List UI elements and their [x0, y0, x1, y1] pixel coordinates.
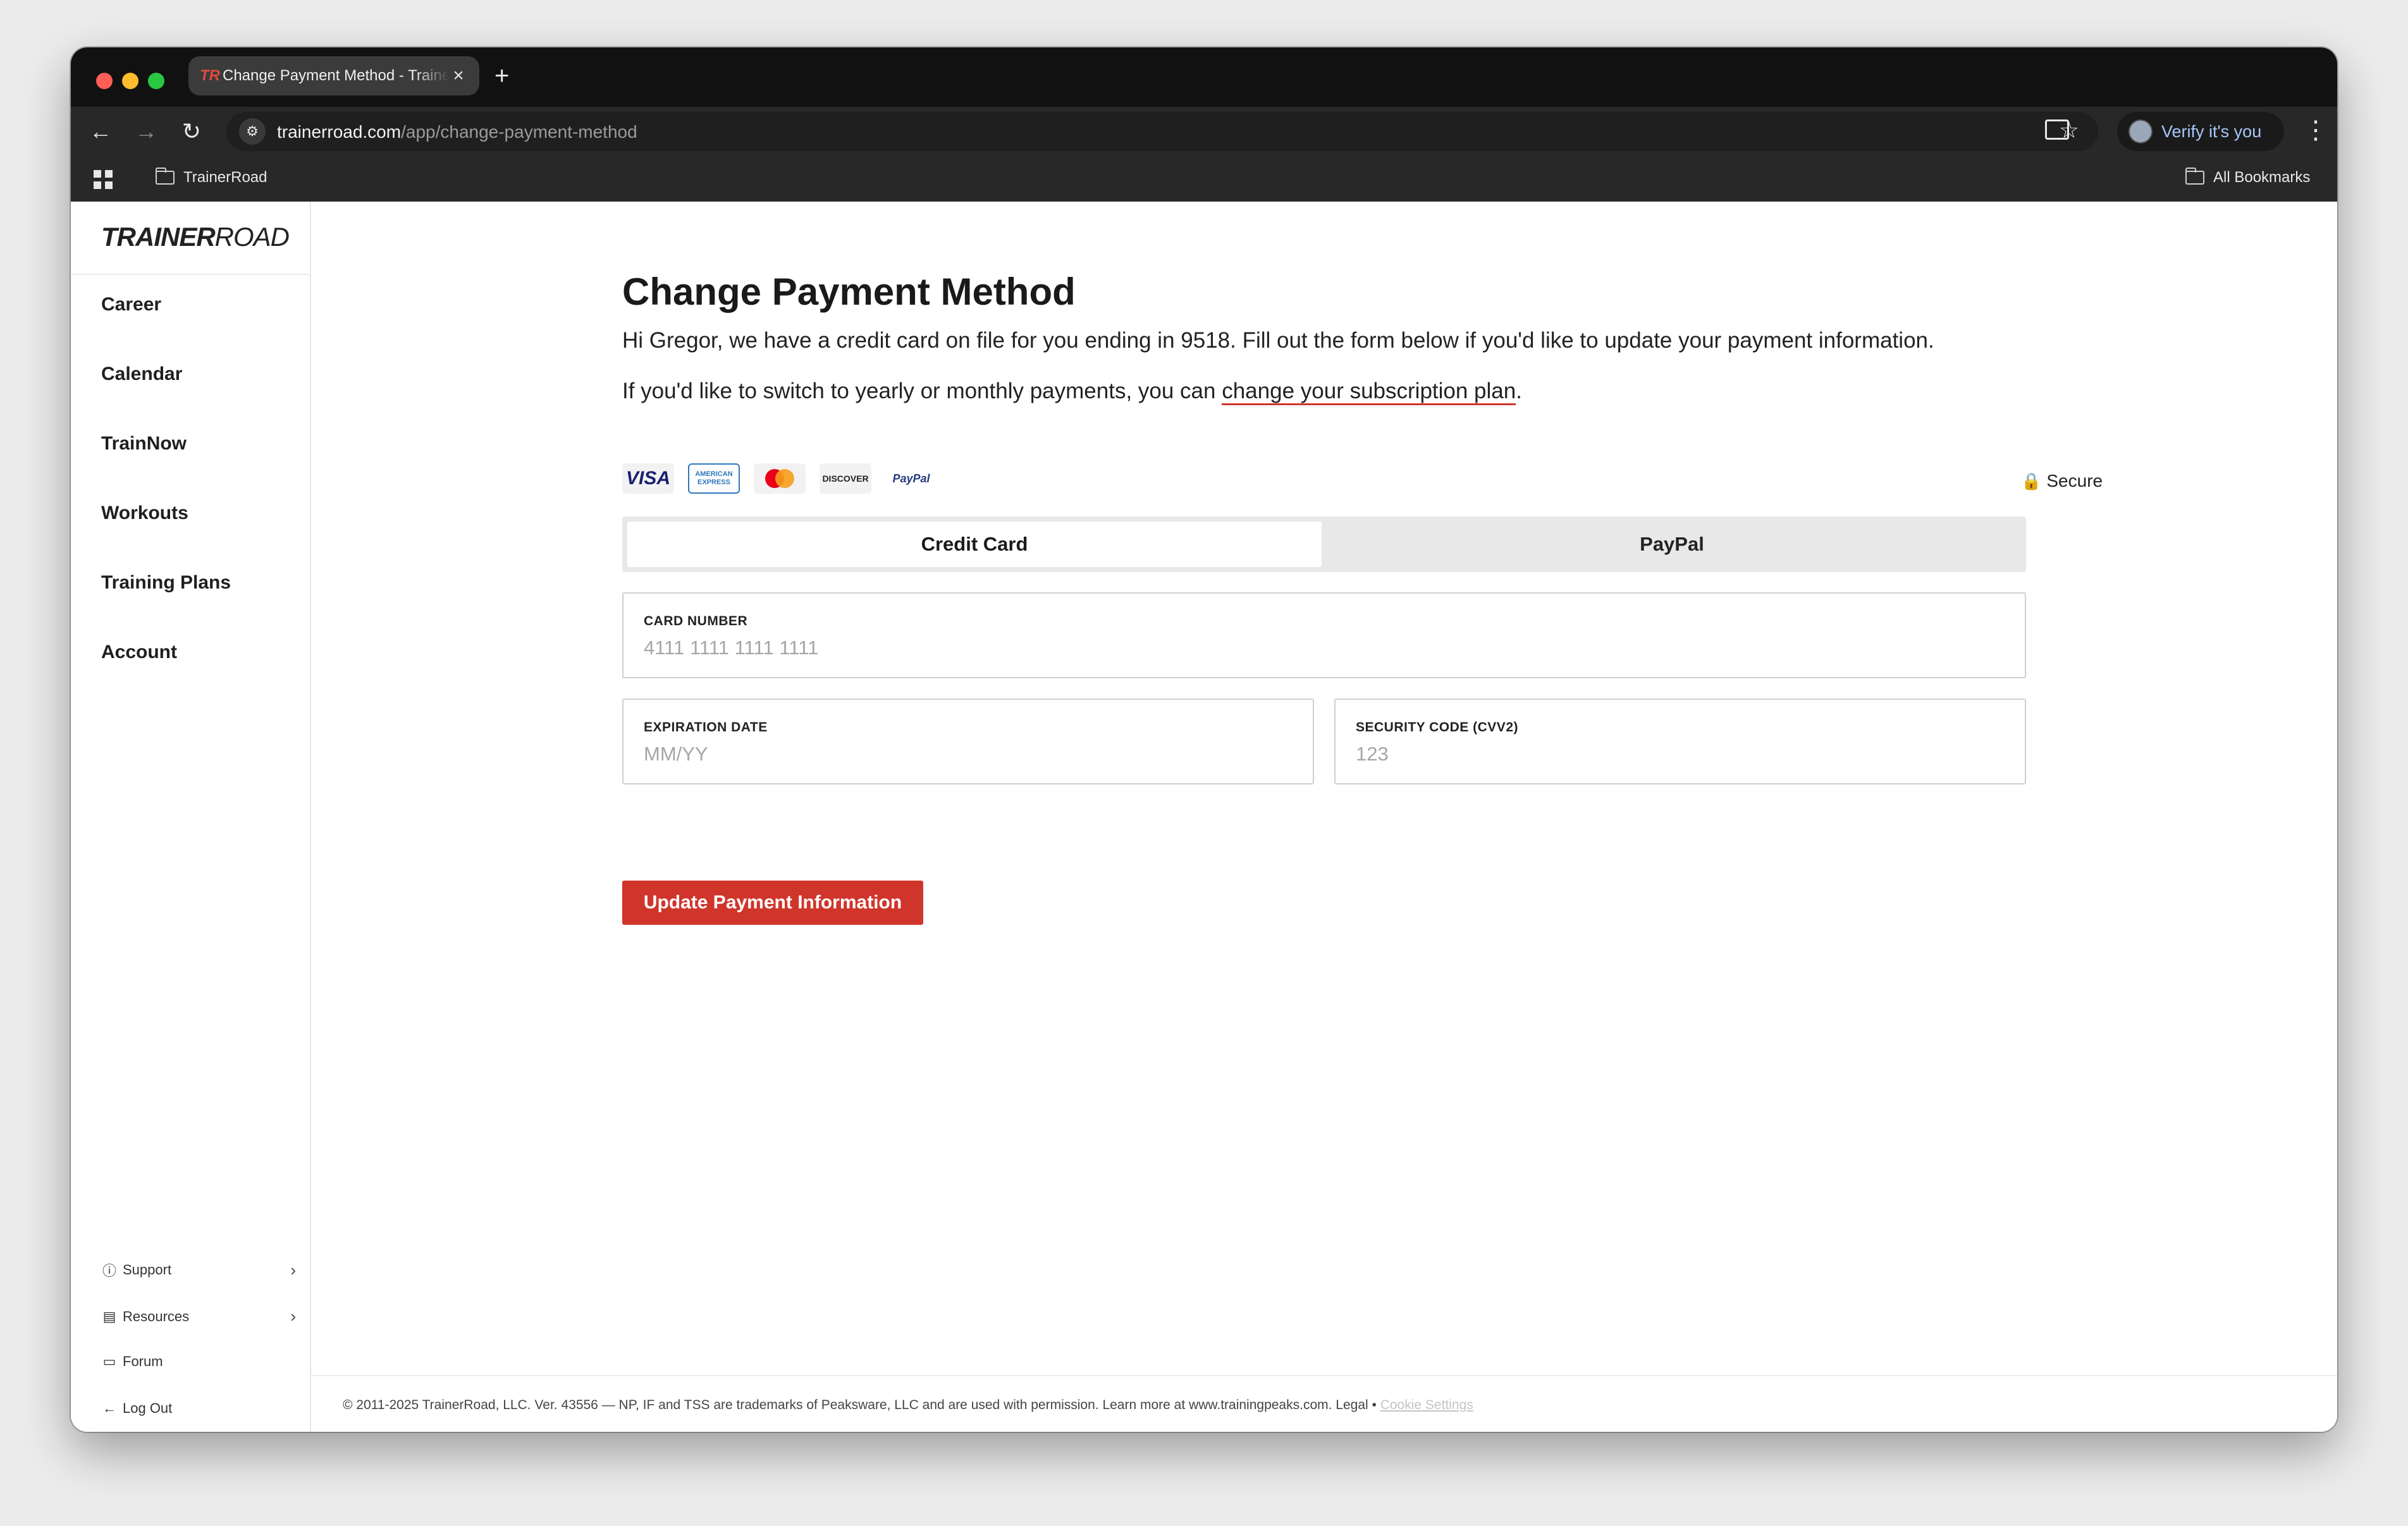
footer-copyright: © 2011-2025 TrainerRoad, LLC. Ver. 43556…	[343, 1398, 1380, 1412]
logo-light: ROAD	[214, 222, 290, 252]
payment-method-tabs: Credit Card PayPal	[622, 516, 2026, 572]
payment-logos: VISA AMERICAN EXPRESS DISCOVER PayPal	[622, 463, 937, 494]
resources-label: Resources	[123, 1308, 190, 1324]
secure-label: Secure	[2046, 471, 2103, 491]
sidebar: TRAINERROAD Career Calendar TrainNow Wor…	[71, 202, 311, 1432]
support-label: Support	[123, 1262, 172, 1278]
chevron-right-icon: ›	[290, 1260, 296, 1279]
paypal-icon: PayPal	[885, 463, 937, 494]
expiration-date-label: EXPIRATION DATE	[644, 720, 768, 735]
lock-icon: 🔒	[2021, 471, 2042, 491]
news-icon: ▤	[102, 1308, 116, 1324]
sidebar-item-training-plans[interactable]: Training Plans	[101, 572, 231, 594]
mastercard-icon	[754, 463, 806, 494]
secure-indicator: 🔒 Secure	[2021, 471, 2103, 491]
sidebar-item-support[interactable]: ⓘ Support ›	[101, 1260, 296, 1280]
forward-arrow-icon[interactable]: →	[130, 116, 162, 147]
tab-strip: TR Change Payment Method - TrainerRoad ×…	[71, 47, 2337, 107]
sidebar-item-account[interactable]: Account	[101, 642, 177, 663]
page-content: TRAINERROAD Career Calendar TrainNow Wor…	[71, 202, 2337, 1432]
sidebar-item-trainnow[interactable]: TrainNow	[101, 433, 187, 455]
apps-grid-icon[interactable]	[94, 170, 113, 189]
amex-icon: AMERICAN EXPRESS	[688, 463, 740, 494]
url-text[interactable]: trainerroad.com/app/change-payment-metho…	[277, 122, 637, 142]
tab-paypal[interactable]: PayPal	[1324, 522, 2020, 567]
verify-label: Verify it's you	[2161, 121, 2262, 141]
tab-credit-card[interactable]: Credit Card	[627, 522, 1322, 567]
security-code-input[interactable]	[1356, 743, 2005, 766]
reload-icon[interactable]: ↻	[176, 116, 207, 147]
logo-bold: TRAINER	[101, 222, 216, 252]
arrow-left-icon: ←	[102, 1400, 116, 1416]
back-arrow-icon[interactable]: ←	[85, 116, 116, 147]
all-bookmarks-label: All Bookmarks	[2213, 169, 2311, 186]
close-window-button[interactable]	[96, 73, 113, 89]
minimize-window-button[interactable]	[122, 73, 138, 89]
folder-icon	[156, 168, 175, 185]
bookmark-label: TrainerRoad	[183, 169, 267, 186]
card-number-input[interactable]	[644, 637, 2005, 659]
trainerroad-favicon-icon: TR	[200, 67, 220, 84]
subscription-text: If you'd like to switch to yearly or mon…	[622, 379, 1522, 405]
cookie-settings-link[interactable]: Cookie Settings	[1380, 1398, 1473, 1412]
security-code-label: SECURITY CODE (CVV2)	[1356, 720, 1518, 735]
logo-divider	[71, 274, 311, 275]
profile-avatar	[2128, 119, 2153, 143]
change-subscription-link[interactable]: change your subscription plan	[1222, 379, 1516, 405]
footer-text: © 2011-2025 TrainerRoad, LLC. Ver. 43556…	[343, 1398, 1473, 1413]
browser-window: TR Change Payment Method - TrainerRoad ×…	[71, 47, 2337, 1432]
verify-identity-button[interactable]: Verify it's you	[2117, 112, 2284, 151]
card-number-field[interactable]: CARD NUMBER	[622, 592, 2026, 678]
discover-icon: DISCOVER	[820, 463, 871, 494]
chevron-right-icon: ›	[290, 1307, 296, 1326]
visa-icon: VISA	[622, 463, 674, 494]
sidebar-item-forum[interactable]: ▭ Forum	[101, 1353, 296, 1370]
expiration-date-field[interactable]: EXPIRATION DATE	[622, 699, 1314, 784]
site-info-icon[interactable]: ⚙	[239, 118, 266, 145]
all-bookmarks-button[interactable]: All Bookmarks	[2185, 168, 2311, 186]
folder-icon	[2185, 168, 2204, 185]
subscription-text-suffix: .	[1516, 379, 1522, 403]
tab-title: Change Payment Method - TrainerRoad	[223, 67, 449, 84]
update-payment-button[interactable]: Update Payment Information	[622, 881, 923, 925]
sidebar-item-calendar[interactable]: Calendar	[101, 363, 182, 385]
expiration-date-input[interactable]	[644, 743, 1293, 766]
browser-menu-icon[interactable]: ⋮	[2303, 114, 2328, 146]
google-lens-icon[interactable]	[2045, 119, 2069, 140]
chat-icon: ▭	[102, 1353, 116, 1369]
url-path: /app/change-payment-method	[401, 122, 637, 142]
sidebar-item-workouts[interactable]: Workouts	[101, 503, 188, 524]
url-host: trainerroad.com	[277, 122, 402, 142]
subscription-text-prefix: If you'd like to switch to yearly or mon…	[622, 379, 1222, 403]
forum-label: Forum	[123, 1353, 163, 1369]
card-number-label: CARD NUMBER	[644, 614, 748, 628]
sidebar-item-career[interactable]: Career	[101, 294, 161, 315]
sidebar-item-resources[interactable]: ▤ Resources ›	[101, 1307, 296, 1326]
footer: © 2011-2025 TrainerRoad, LLC. Ver. 43556…	[311, 1375, 2337, 1432]
tab-close-icon[interactable]: ×	[449, 65, 468, 87]
trainerroad-logo[interactable]: TRAINERROAD	[101, 222, 290, 252]
main-content: Change Payment Method Hi Gregor, we have…	[311, 202, 2337, 1432]
browser-tab-active[interactable]: TR Change Payment Method - TrainerRoad ×	[188, 56, 479, 95]
bookmarks-bar: TrainerRoad All Bookmarks	[71, 156, 2337, 202]
security-code-field[interactable]: SECURITY CODE (CVV2)	[1334, 699, 2026, 784]
maximize-window-button[interactable]	[148, 73, 164, 89]
intro-text: Hi Gregor, we have a credit card on file…	[622, 328, 1934, 353]
sidebar-item-log-out[interactable]: ← Log Out	[101, 1400, 296, 1417]
browser-toolbar: ← → ↻ ⚙ trainerroad.com/app/change-payme…	[71, 107, 2337, 156]
bookmark-trainerroad[interactable]: TrainerRoad	[156, 168, 267, 186]
log-out-label: Log Out	[123, 1400, 173, 1416]
page-title: Change Payment Method	[622, 271, 1076, 313]
address-bar[interactable]: ⚙ trainerroad.com/app/change-payment-met…	[226, 112, 2098, 151]
help-circle-icon: ⓘ	[102, 1263, 116, 1279]
new-tab-plus-icon[interactable]: +	[494, 60, 509, 92]
